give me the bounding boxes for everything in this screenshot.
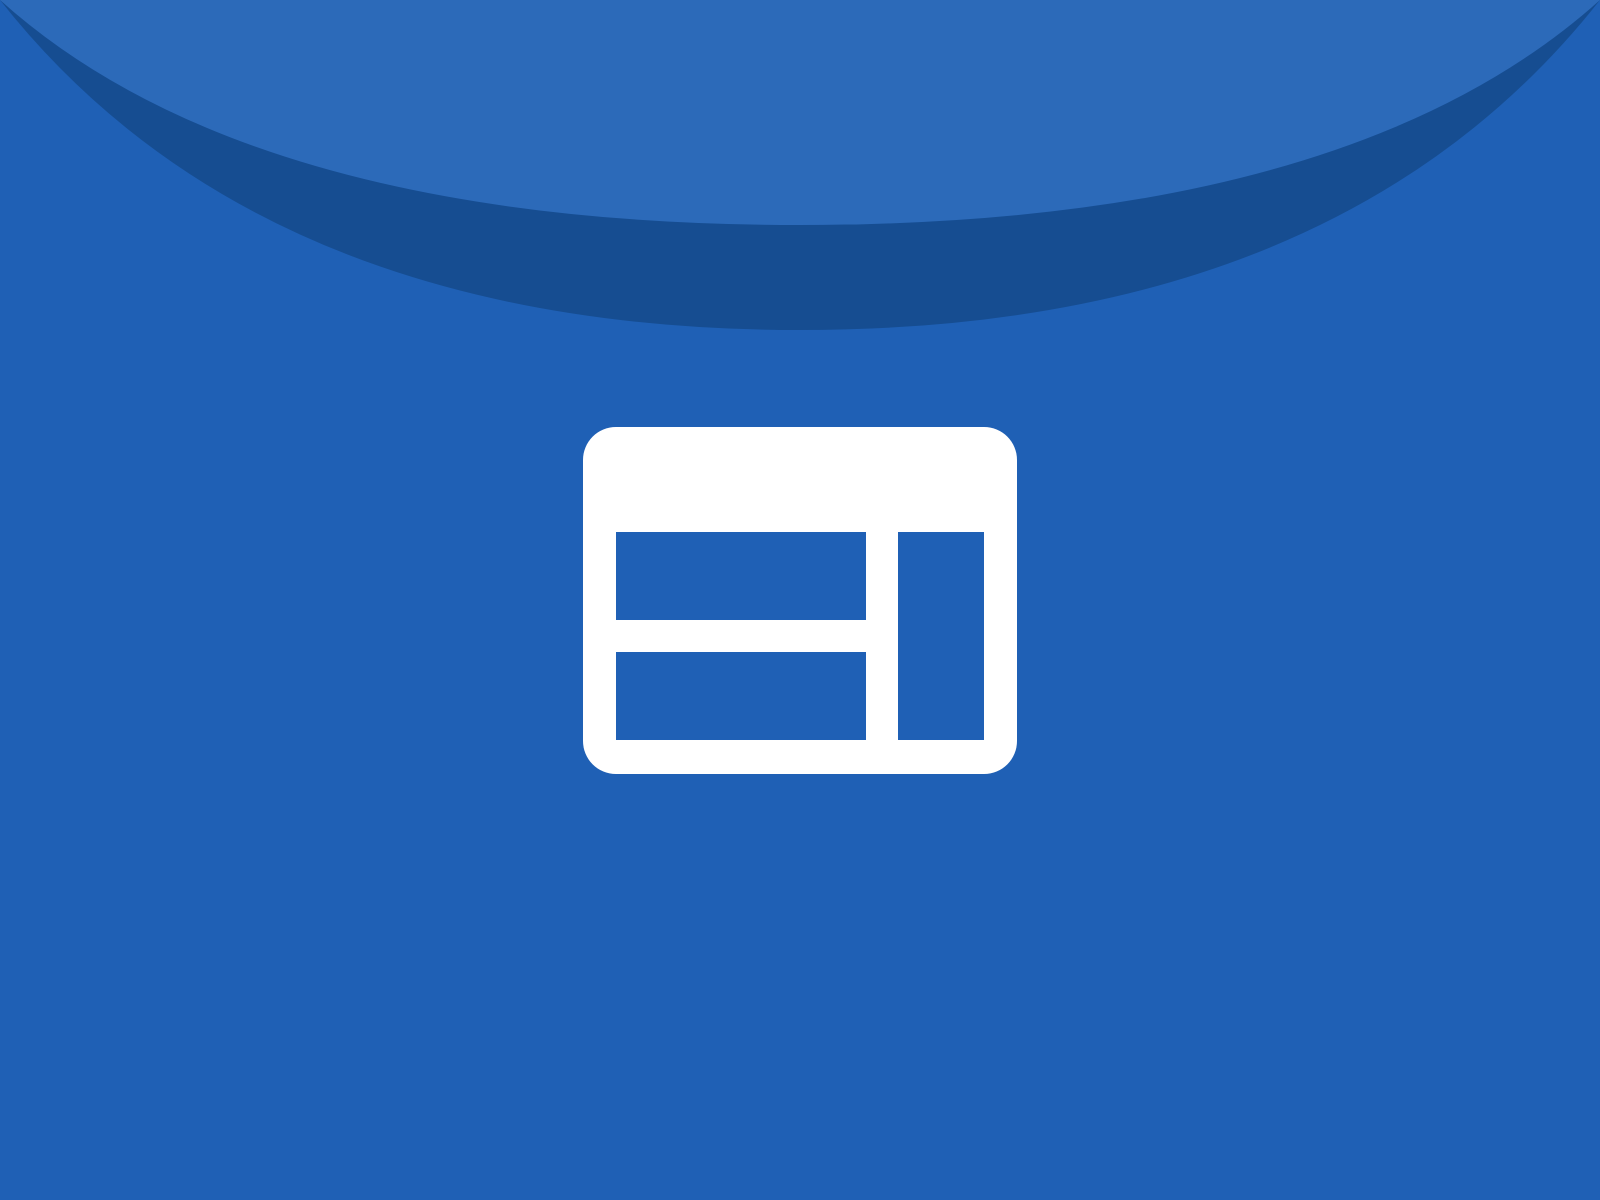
icon-panel-right (898, 532, 984, 740)
web-layout-icon (583, 427, 1017, 774)
icon-panel-top-left (616, 532, 866, 620)
splash-screen (0, 0, 1600, 1200)
splash-canvas (0, 0, 1600, 1200)
icon-panel-bottom-left (616, 652, 866, 740)
